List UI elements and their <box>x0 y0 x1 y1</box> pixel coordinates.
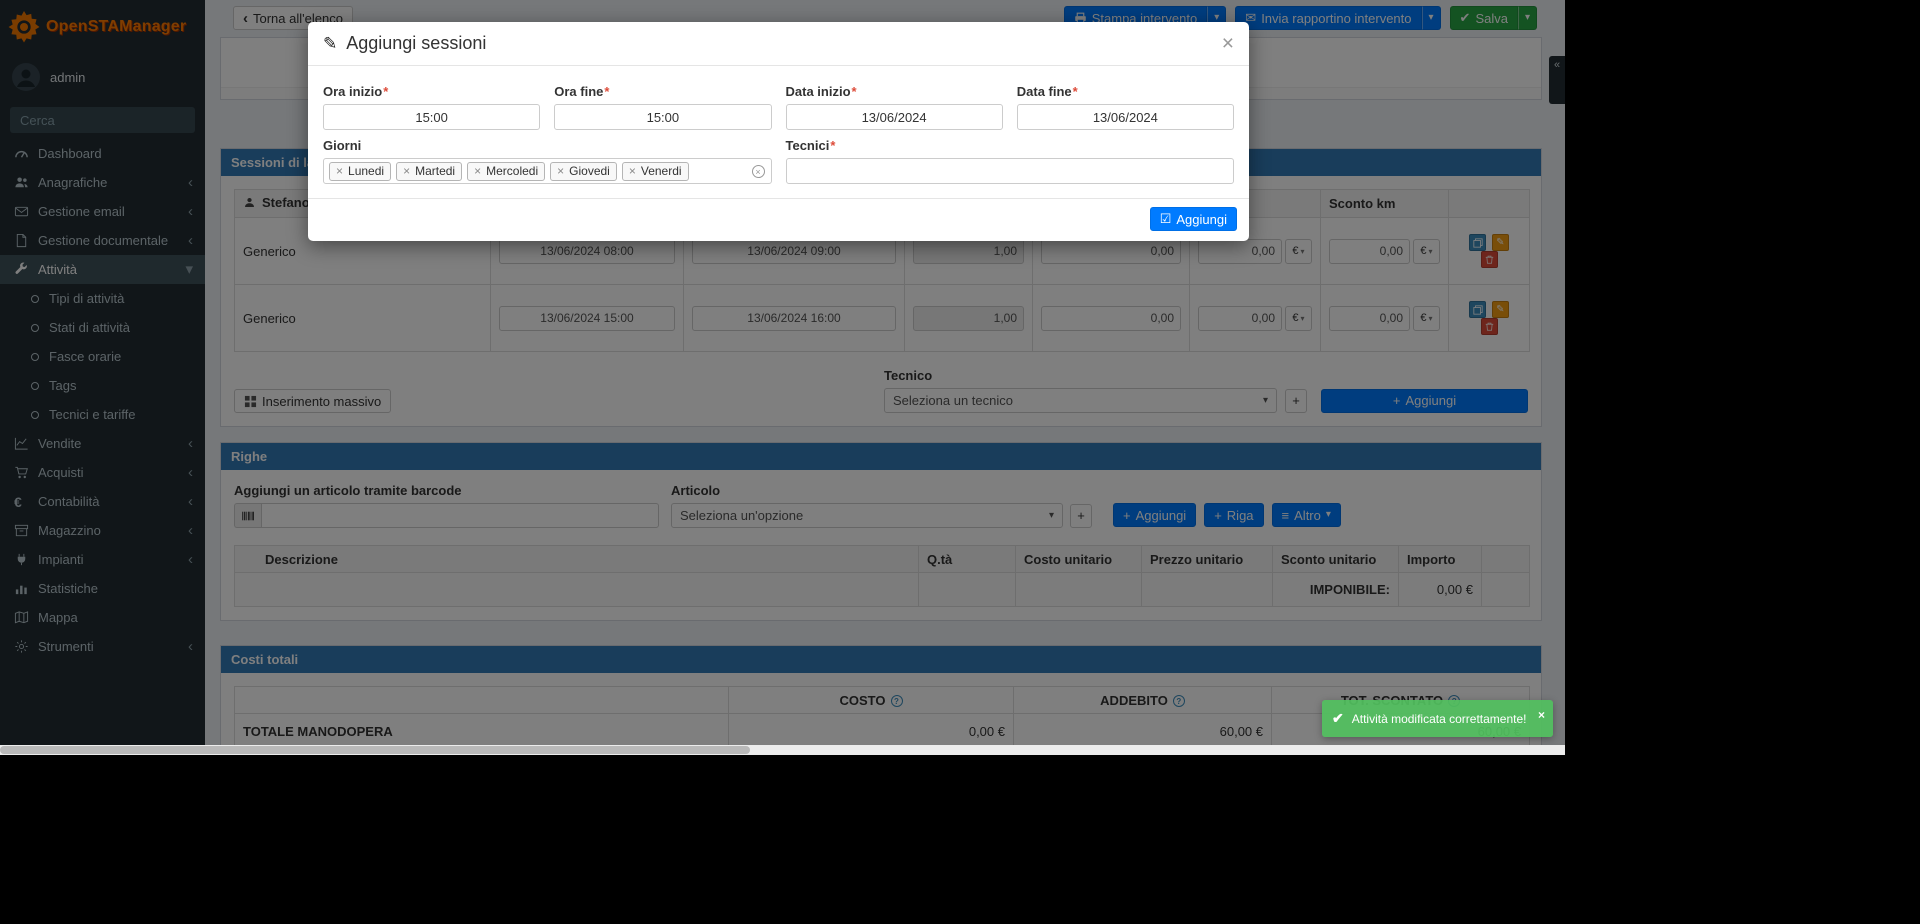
giorni-label: Giorni <box>323 138 772 153</box>
data-fine-input[interactable] <box>1017 104 1234 130</box>
remove-icon[interactable]: × <box>403 165 410 177</box>
clear-all-icon[interactable]: × <box>752 165 765 178</box>
check-icon: ✔ <box>1332 710 1344 727</box>
giorni-multiselect[interactable]: ×Lunedi ×Martedi ×Mercoledi ×Giovedi ×Ve… <box>323 158 772 184</box>
ora-fine-label: Ora fine* <box>554 84 771 99</box>
remove-icon[interactable]: × <box>474 165 481 177</box>
data-fine-label: Data fine* <box>1017 84 1234 99</box>
ora-fine-input[interactable] <box>554 104 771 130</box>
data-inizio-label: Data inizio* <box>786 84 1003 99</box>
ora-inizio-input[interactable] <box>323 104 540 130</box>
success-toast: ✔ Attività modificata correttamente! × <box>1322 700 1553 737</box>
tecnici-input[interactable] <box>786 158 1235 184</box>
required-asterisk: * <box>830 138 835 153</box>
remove-icon[interactable]: × <box>557 165 564 177</box>
modal-close-button[interactable]: × <box>1222 33 1234 54</box>
tecnici-label: Tecnici* <box>786 138 1235 153</box>
remove-icon[interactable]: × <box>336 165 343 177</box>
giorno-tag[interactable]: ×Venerdi <box>622 162 689 181</box>
page-viewport: OpenSTAManager admin <box>0 0 1565 745</box>
giorno-tag[interactable]: ×Martedi <box>396 162 462 181</box>
scrollbar-thumb[interactable] <box>0 746 750 754</box>
browser-window: OpenSTAManager admin <box>0 0 1565 755</box>
toast-message: Attività modificata correttamente! <box>1352 712 1527 726</box>
required-asterisk: * <box>383 84 388 99</box>
add-sessions-modal: ✎ Aggiungi sessioni × Ora inizio* Ora fi… <box>308 22 1249 241</box>
giorno-tag[interactable]: ×Giovedi <box>550 162 617 181</box>
check-square-icon: ☑ <box>1160 211 1172 227</box>
ora-inizio-label: Ora inizio* <box>323 84 540 99</box>
giorno-tag[interactable]: ×Lunedi <box>329 162 391 181</box>
modal-title: Aggiungi sessioni <box>346 33 486 54</box>
pencil-icon: ✎ <box>323 34 337 54</box>
giorno-tag[interactable]: ×Mercoledi <box>467 162 545 181</box>
required-asterisk: * <box>852 84 857 99</box>
data-inizio-input[interactable] <box>786 104 1003 130</box>
modal-submit-button[interactable]: ☑Aggiungi <box>1150 207 1237 231</box>
remove-icon[interactable]: × <box>629 165 636 177</box>
horizontal-scrollbar[interactable] <box>0 745 1565 755</box>
toast-close-button[interactable]: × <box>1538 709 1545 721</box>
required-asterisk: * <box>604 84 609 99</box>
required-asterisk: * <box>1073 84 1078 99</box>
